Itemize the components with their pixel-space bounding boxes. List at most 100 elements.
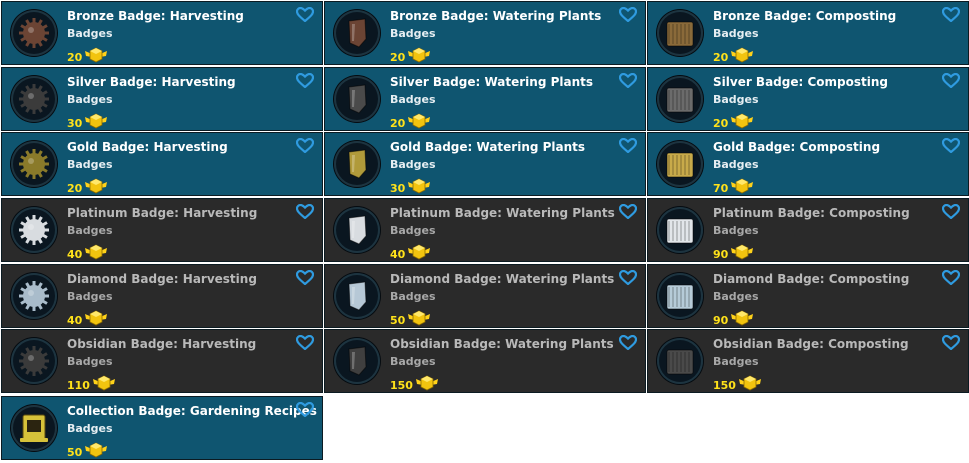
badge-icon-frame [334,76,380,122]
badge-card[interactable]: Collection Badge: Gardening Recipes Badg… [1,396,323,460]
badge-icon-frame [334,338,380,384]
winged-coin-icon [91,374,117,396]
favorite-heart-icon[interactable] [295,72,315,92]
winged-coin-icon [83,177,109,199]
badge-points: 50 [390,309,432,331]
badge-card[interactable]: Platinum Badge: Watering Plants Badges 4… [324,198,646,262]
points-value: 20 [390,116,406,130]
badge-card[interactable]: Diamond Badge: Harvesting Badges 40 [1,264,323,328]
badge-card[interactable]: Silver Badge: Composting Badges 20 [647,67,969,131]
points-value: 50 [67,445,83,459]
badge-card[interactable]: Platinum Badge: Composting Badges 90 [647,198,969,262]
badge-category: Badges [713,93,759,106]
badge-card[interactable]: Gold Badge: Watering Plants Badges 30 [324,132,646,196]
points-value: 20 [713,50,729,64]
badge-category: Badges [390,290,436,303]
badge-card[interactable]: Bronze Badge: Watering Plants Badges 20 [324,1,646,65]
badge-points: 40 [67,309,109,331]
badge-points: 150 [390,374,440,396]
points-value: 90 [713,247,729,261]
badge-category: Badges [390,93,436,106]
badge-icon-frame [334,273,380,319]
badge-icon-frame [11,207,57,253]
favorite-heart-icon[interactable] [941,334,961,354]
badge-title: Obsidian Badge: Watering Plants [390,337,614,351]
points-value: 40 [67,247,83,261]
badge-points: 90 [713,309,755,331]
favorite-heart-icon[interactable] [941,72,961,92]
badge-title: Diamond Badge: Watering Plants [390,272,615,286]
badge-points: 40 [390,243,432,265]
badge-icon-frame [334,10,380,56]
favorite-heart-icon[interactable] [618,203,638,223]
favorite-heart-icon[interactable] [618,269,638,289]
badge-category: Badges [67,224,113,237]
badge-title: Diamond Badge: Composting [713,272,910,286]
badge-points: 20 [390,46,432,68]
favorite-heart-icon[interactable] [295,401,315,421]
badge-category: Badges [67,290,113,303]
badge-card[interactable]: Bronze Badge: Composting Badges 20 [647,1,969,65]
favorite-heart-icon[interactable] [941,137,961,157]
favorite-heart-icon[interactable] [618,6,638,26]
points-value: 110 [67,378,90,392]
winged-coin-icon [406,309,432,331]
badge-icon-frame [334,141,380,187]
badge-icon-frame [657,76,703,122]
badge-title: Gold Badge: Watering Plants [390,140,586,154]
badge-card[interactable]: Platinum Badge: Harvesting Badges 40 [1,198,323,262]
favorite-heart-icon[interactable] [295,334,315,354]
badge-title: Platinum Badge: Composting [713,206,910,220]
favorite-heart-icon[interactable] [295,6,315,26]
badge-icon-frame [11,405,57,451]
winged-coin-icon [83,441,109,463]
badge-card[interactable]: Obsidian Badge: Watering Plants Badges 1… [324,329,646,393]
badge-card[interactable]: Silver Badge: Harvesting Badges 30 [1,67,323,131]
badge-card[interactable]: Obsidian Badge: Harvesting Badges 110 [1,329,323,393]
badge-category: Badges [67,93,113,106]
badge-card[interactable]: Gold Badge: Harvesting Badges 20 [1,132,323,196]
winged-coin-icon [406,177,432,199]
points-value: 20 [67,181,83,195]
badge-card[interactable]: Diamond Badge: Composting Badges 90 [647,264,969,328]
favorite-heart-icon[interactable] [941,203,961,223]
badge-category: Badges [390,158,436,171]
badge-category: Badges [713,224,759,237]
badge-category: Badges [390,27,436,40]
points-value: 20 [67,50,83,64]
favorite-heart-icon[interactable] [618,137,638,157]
badge-points: 110 [67,374,117,396]
badge-points: 150 [713,374,763,396]
favorite-heart-icon[interactable] [295,269,315,289]
winged-coin-icon [406,112,432,134]
favorite-heart-icon[interactable] [295,137,315,157]
badge-points: 20 [390,112,432,134]
winged-coin-icon [414,374,440,396]
badge-card[interactable]: Diamond Badge: Watering Plants Badges 50 [324,264,646,328]
badge-icon-frame [11,273,57,319]
badge-card[interactable]: Bronze Badge: Harvesting Badges 20 [1,1,323,65]
points-value: 30 [67,116,83,130]
badge-title: Obsidian Badge: Harvesting [67,337,257,351]
favorite-heart-icon[interactable] [295,203,315,223]
favorite-heart-icon[interactable] [618,334,638,354]
badge-icon-frame [11,10,57,56]
badge-card[interactable]: Gold Badge: Composting Badges 70 [647,132,969,196]
badge-icon-frame [657,207,703,253]
favorite-heart-icon[interactable] [941,269,961,289]
favorite-heart-icon[interactable] [618,72,638,92]
winged-coin-icon [83,309,109,331]
points-value: 90 [713,313,729,327]
badge-category: Badges [67,158,113,171]
badge-points: 40 [67,243,109,265]
favorite-heart-icon[interactable] [941,6,961,26]
badge-points: 50 [67,441,109,463]
badge-title: Collection Badge: Gardening Recipes [67,404,317,418]
badge-points: 20 [67,46,109,68]
badge-card[interactable]: Obsidian Badge: Composting Badges 150 [647,329,969,393]
points-value: 50 [390,313,406,327]
badge-category: Badges [67,422,113,435]
badge-card[interactable]: Silver Badge: Watering Plants Badges 20 [324,67,646,131]
badge-title: Platinum Badge: Harvesting [67,206,258,220]
badge-title: Bronze Badge: Composting [713,9,897,23]
